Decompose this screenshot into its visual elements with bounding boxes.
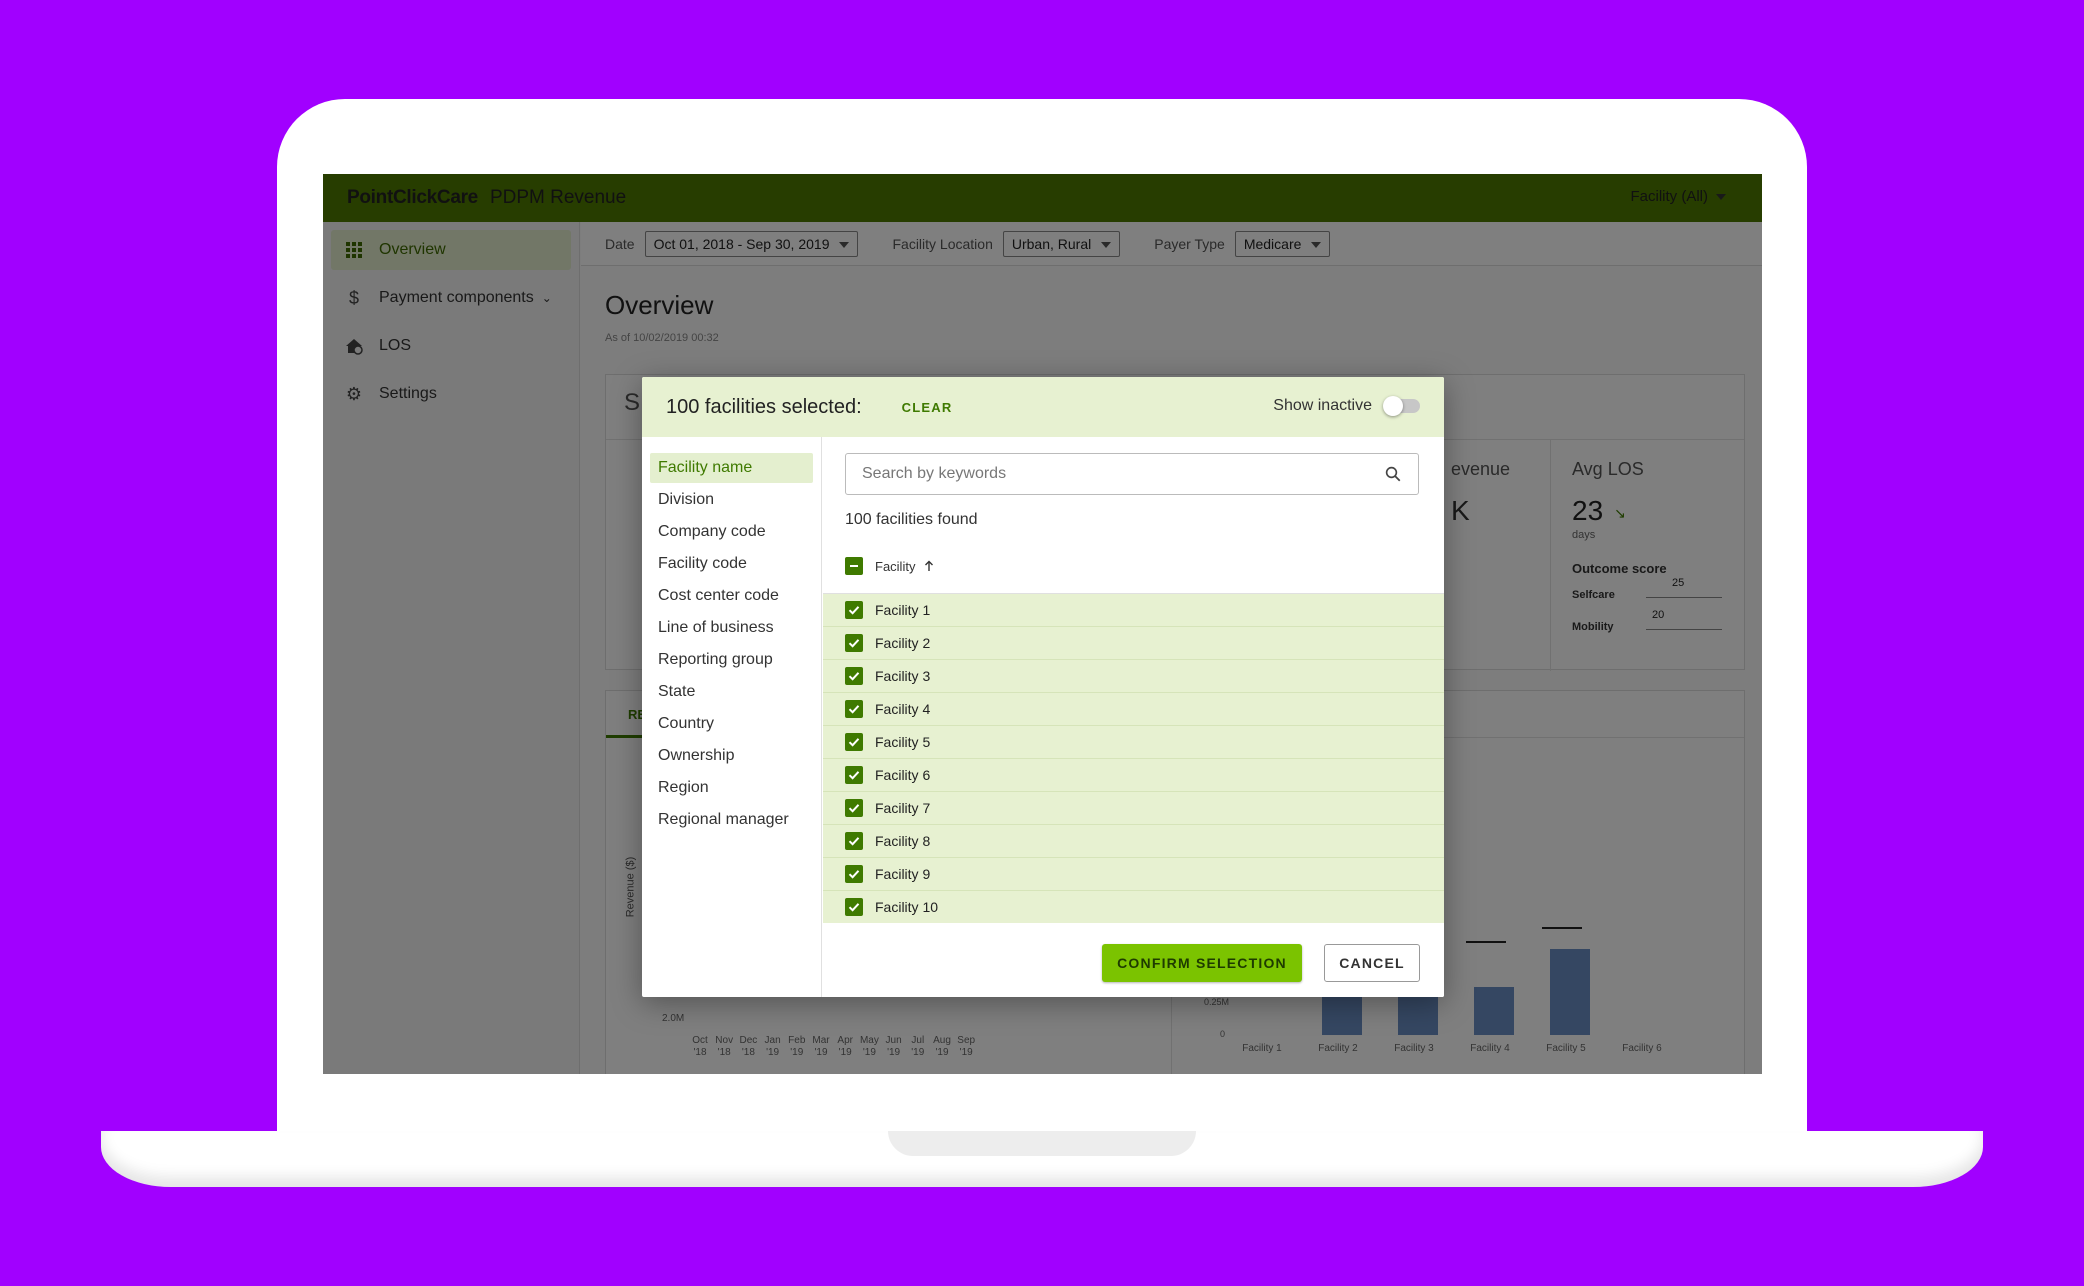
row-checkbox[interactable] bbox=[845, 700, 863, 718]
search-icon[interactable] bbox=[1384, 465, 1402, 483]
dialog-header: 100 facilities selected: CLEAR Show inac… bbox=[642, 377, 1444, 437]
selected-count: 100 facilities selected: bbox=[666, 395, 862, 418]
row-label: Facility 6 bbox=[875, 767, 931, 783]
table-row[interactable]: Facility 7 bbox=[823, 792, 1444, 825]
table-row[interactable]: Facility 9 bbox=[823, 858, 1444, 891]
search-input[interactable] bbox=[862, 465, 1342, 483]
check-icon bbox=[848, 771, 860, 780]
facility-table: Facility 1 Facility 2 Facility 3 Facility 4… bbox=[823, 593, 1444, 923]
row-label: Facility 3 bbox=[875, 668, 931, 684]
toggle-knob bbox=[1383, 396, 1403, 416]
category-item-regional-manager[interactable]: Regional manager bbox=[650, 805, 813, 835]
row-checkbox[interactable] bbox=[845, 865, 863, 883]
search-box bbox=[845, 453, 1419, 495]
category-item-country[interactable]: Country bbox=[650, 709, 813, 739]
row-checkbox[interactable] bbox=[845, 799, 863, 817]
row-label: Facility 9 bbox=[875, 866, 931, 882]
row-checkbox[interactable] bbox=[845, 733, 863, 751]
check-icon bbox=[848, 672, 860, 681]
check-icon bbox=[848, 903, 860, 912]
table-row[interactable]: Facility 4 bbox=[823, 693, 1444, 726]
confirm-selection-button[interactable]: CONFIRM SELECTION bbox=[1102, 944, 1302, 982]
select-all-checkbox[interactable] bbox=[845, 557, 863, 575]
row-label: Facility 7 bbox=[875, 800, 931, 816]
laptop-notch bbox=[888, 1131, 1196, 1156]
check-icon bbox=[848, 837, 860, 846]
show-inactive-toggle[interactable] bbox=[1383, 396, 1420, 416]
dialog-footer: CONFIRM SELECTION CANCEL bbox=[823, 929, 1444, 997]
category-item-division[interactable]: Division bbox=[650, 485, 813, 515]
facility-panel: 100 facilities found Facility Facility 1… bbox=[823, 437, 1444, 997]
facility-column-header[interactable]: Facility bbox=[845, 557, 935, 575]
row-label: Facility 5 bbox=[875, 734, 931, 750]
category-item-facility-name[interactable]: Facility name bbox=[650, 453, 813, 483]
cancel-button[interactable]: CANCEL bbox=[1324, 944, 1420, 982]
table-row[interactable]: Facility 3 bbox=[823, 660, 1444, 693]
category-list: Facility name Division Company code Faci… bbox=[642, 437, 822, 997]
table-row[interactable]: Facility 8 bbox=[823, 825, 1444, 858]
sort-ascending-icon[interactable] bbox=[923, 560, 935, 572]
table-row[interactable]: Facility 1 bbox=[823, 594, 1444, 627]
category-item-company-code[interactable]: Company code bbox=[650, 517, 813, 547]
table-row[interactable]: Facility 6 bbox=[823, 759, 1444, 792]
show-inactive-label: Show inactive bbox=[1273, 397, 1372, 414]
column-header-label: Facility bbox=[875, 558, 916, 574]
minus-icon bbox=[850, 565, 858, 567]
row-checkbox[interactable] bbox=[845, 601, 863, 619]
check-icon bbox=[848, 705, 860, 714]
results-count: 100 facilities found bbox=[845, 511, 978, 528]
row-checkbox[interactable] bbox=[845, 634, 863, 652]
row-checkbox[interactable] bbox=[845, 766, 863, 784]
category-item-region[interactable]: Region bbox=[650, 773, 813, 803]
clear-button[interactable]: CLEAR bbox=[902, 400, 953, 415]
category-item-cost-center-code[interactable]: Cost center code bbox=[650, 581, 813, 611]
category-item-line-of-business[interactable]: Line of business bbox=[650, 613, 813, 643]
facility-selection-dialog: 100 facilities selected: CLEAR Show inac… bbox=[642, 377, 1444, 997]
row-label: Facility 2 bbox=[875, 635, 931, 651]
row-label: Facility 10 bbox=[875, 899, 939, 915]
check-icon bbox=[848, 639, 860, 648]
category-item-state[interactable]: State bbox=[650, 677, 813, 707]
check-icon bbox=[848, 738, 860, 747]
row-checkbox[interactable] bbox=[845, 832, 863, 850]
category-item-ownership[interactable]: Ownership bbox=[650, 741, 813, 771]
check-icon bbox=[848, 870, 860, 879]
row-label: Facility 4 bbox=[875, 701, 931, 717]
table-row[interactable]: Facility 5 bbox=[823, 726, 1444, 759]
app-screen: PointClickCare PDPM Revenue Facility (Al… bbox=[323, 174, 1762, 1074]
table-row[interactable]: Facility 2 bbox=[823, 627, 1444, 660]
check-icon bbox=[848, 804, 860, 813]
category-item-facility-code[interactable]: Facility code bbox=[650, 549, 813, 579]
row-label: Facility 8 bbox=[875, 833, 931, 849]
table-row[interactable]: Facility 10 bbox=[823, 891, 1444, 923]
row-label: Facility 1 bbox=[875, 602, 931, 618]
check-icon bbox=[848, 606, 860, 615]
category-item-reporting-group[interactable]: Reporting group bbox=[650, 645, 813, 675]
row-checkbox[interactable] bbox=[845, 898, 863, 916]
row-checkbox[interactable] bbox=[845, 667, 863, 685]
